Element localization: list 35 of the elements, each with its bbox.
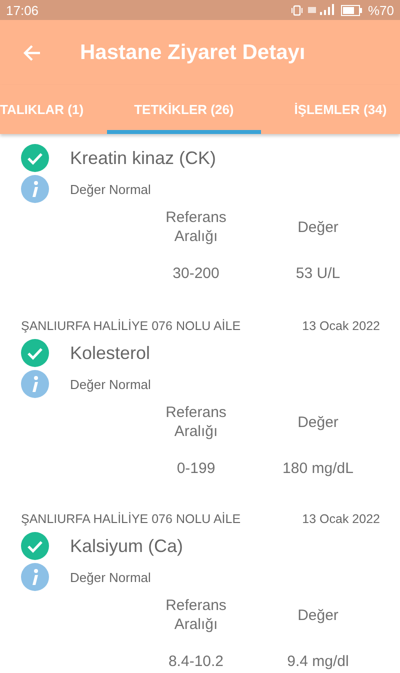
column-header: Değer — [298, 218, 338, 236]
table-cell: 8.4-10.2 — [168, 652, 224, 671]
column-header: Referans Aralığı — [164, 596, 228, 634]
status-time: 17:06 — [6, 2, 39, 18]
column-header: Referans Aralığı — [164, 403, 228, 441]
column-header: Değer — [298, 606, 338, 624]
visit-date: 13 Ocak 2022 — [302, 318, 380, 332]
column-header: Referans Aralığı — [164, 208, 228, 246]
tab[interactable]: TALIKLAR (1) — [0, 85, 82, 134]
table-cell: 30-200 — [172, 264, 220, 283]
test-name: Kreatin kinaz (CK) — [70, 148, 216, 168]
test-name: Kalsiyum (Ca) — [70, 536, 184, 556]
table-cell: 53 U/L — [296, 264, 340, 283]
facility-name: ŞANLIURFA HALİLİYE 076 NOLU AİLE — [21, 318, 241, 332]
info-icon — [21, 563, 49, 591]
result-note: Değer Normal — [70, 376, 151, 392]
tab[interactable]: TETKİKLER (26) — [107, 85, 261, 134]
screen-title: Hastane Ziyaret Detayı — [80, 40, 306, 64]
info-icon — [21, 370, 49, 398]
table-cell: 180 mg/dL — [282, 459, 354, 478]
info-icon — [21, 175, 49, 203]
visit-date: 13 Ocak 2022 — [302, 512, 380, 526]
result-note: Değer Normal — [70, 570, 151, 584]
column-header: Değer — [298, 412, 338, 432]
back-arrow-icon[interactable] — [22, 42, 42, 62]
battery-level: %70 — [368, 2, 394, 18]
battery-icon — [340, 4, 363, 16]
tab[interactable]: İŞLEMLER (34) — [280, 85, 400, 134]
table-cell: 0-199 — [176, 459, 216, 478]
result-note: Değer Normal — [70, 182, 151, 196]
facility-name: ŞANLIURFA HALİLİYE 076 NOLU AİLE — [21, 512, 241, 526]
test-name: Kolesterol — [70, 342, 150, 364]
table-cell: 9.4 mg/dl — [287, 652, 349, 671]
signal-icon — [308, 4, 336, 16]
vibrate-icon — [290, 4, 303, 16]
